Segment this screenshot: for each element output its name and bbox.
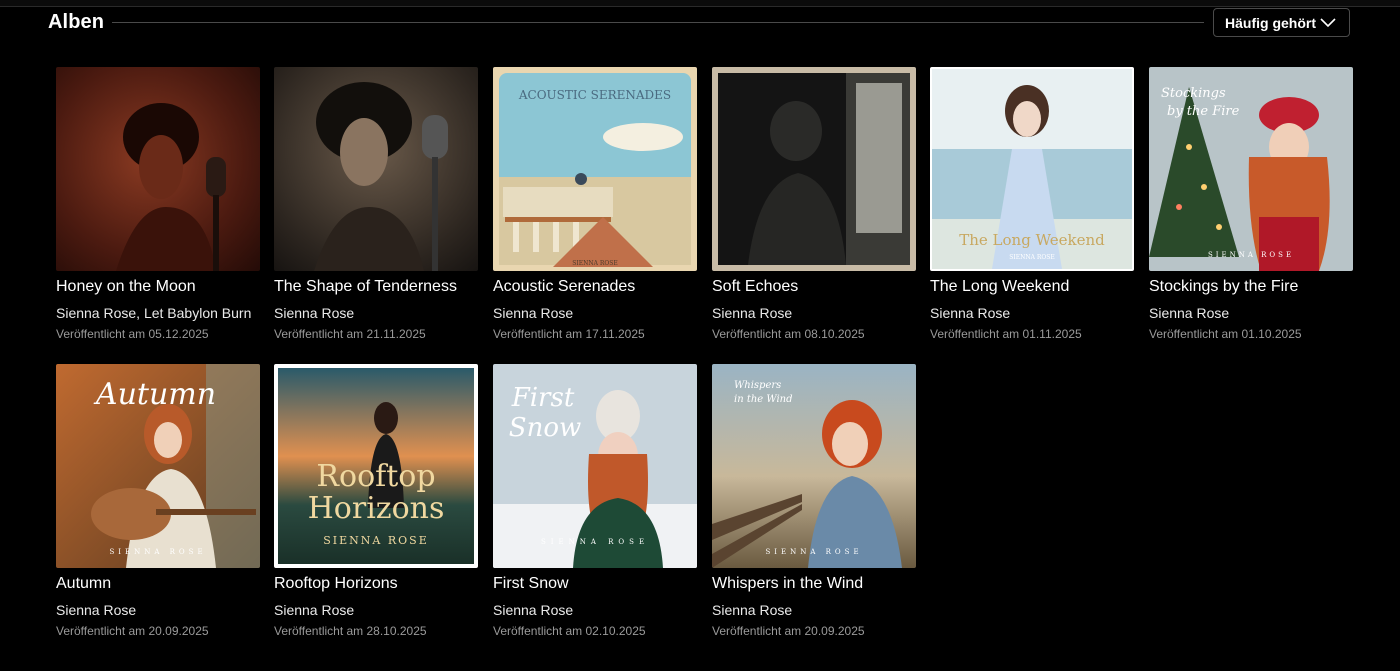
artist-link[interactable]: Sienna Rose: [712, 305, 932, 321]
svg-text:First: First: [511, 383, 575, 413]
svg-text:Horizons: Horizons: [308, 491, 445, 526]
svg-text:SIENNA ROSE: SIENNA ROSE: [541, 538, 649, 546]
release-date: Veröffentlicht am 02.10.2025: [493, 624, 646, 638]
release-date: Veröffentlicht am 05.12.2025: [56, 327, 209, 341]
svg-text:The Long Weekend: The Long Weekend: [959, 231, 1105, 249]
artist-link[interactable]: Sienna Rose: [930, 305, 1150, 321]
album-cover[interactable]: Autumn SIENNA ROSE: [56, 364, 260, 568]
svg-text:SIENNA ROSE: SIENNA ROSE: [572, 260, 618, 267]
album-cover[interactable]: [56, 67, 260, 271]
artist-link[interactable]: Sienna Rose: [56, 305, 136, 321]
album-cover[interactable]: [274, 67, 478, 271]
album-title[interactable]: Autumn: [56, 575, 276, 593]
artist-link[interactable]: Let Babylon Burn: [144, 305, 251, 321]
svg-text:SIENNA ROSE: SIENNA ROSE: [1208, 251, 1294, 259]
album-title[interactable]: Honey on the Moon: [56, 278, 276, 296]
album-cover[interactable]: Rooftop Horizons SIENNA ROSE: [274, 364, 478, 568]
artist-link[interactable]: Sienna Rose: [493, 602, 713, 618]
divider: [112, 22, 1204, 23]
svg-text:SIENNA ROSE: SIENNA ROSE: [765, 548, 862, 556]
release-date: Veröffentlicht am 28.10.2025: [274, 624, 427, 638]
release-date: Veröffentlicht am 01.11.2025: [930, 327, 1082, 341]
release-date: Veröffentlicht am 01.10.2025: [1149, 327, 1302, 341]
svg-text:in the Wind: in the Wind: [734, 394, 793, 405]
album-cover[interactable]: The Long Weekend SIENNA ROSE: [930, 67, 1134, 271]
album-title[interactable]: Acoustic Serenades: [493, 278, 713, 296]
release-date: Veröffentlicht am 21.11.2025: [274, 327, 426, 341]
album-cover[interactable]: Whispers in the Wind SIENNA ROSE: [712, 364, 916, 568]
album-title[interactable]: Whispers in the Wind: [712, 575, 932, 593]
album-title[interactable]: The Shape of Tenderness: [274, 278, 494, 296]
album-cover[interactable]: First Snow SIENNA ROSE: [493, 364, 697, 568]
album-title[interactable]: The Long Weekend: [930, 278, 1150, 296]
cover-title-art: ACOUSTIC SERENADES: [518, 88, 671, 102]
svg-text:Autumn: Autumn: [93, 377, 216, 412]
albums-section-header: Alben Häufig gehört: [48, 8, 1352, 38]
artist-link[interactable]: Sienna Rose: [56, 602, 276, 618]
release-date: Veröffentlicht am 08.10.2025: [712, 327, 865, 341]
top-bar: [0, 0, 1400, 7]
artist-link[interactable]: Sienna Rose: [274, 305, 494, 321]
artist-link[interactable]: Sienna Rose: [274, 602, 494, 618]
svg-text:Snow: Snow: [509, 413, 581, 443]
album-artist: Sienna Rose, Let Babylon Burn: [56, 305, 252, 321]
svg-text:SIENNA ROSE: SIENNA ROSE: [1009, 254, 1055, 261]
artist-link[interactable]: Sienna Rose: [712, 602, 932, 618]
sort-dropdown-button[interactable]: Häufig gehört: [1213, 8, 1350, 37]
artist-link[interactable]: Sienna Rose: [1149, 305, 1369, 321]
album-cover[interactable]: Stockings by the Fire SIENNA ROSE: [1149, 67, 1353, 271]
sort-label: Häufig gehört: [1225, 14, 1316, 31]
release-date: Veröffentlicht am 17.11.2025: [493, 327, 645, 341]
album-cover[interactable]: [712, 67, 916, 271]
svg-text:by the Fire: by the Fire: [1167, 104, 1240, 119]
release-date: Veröffentlicht am 20.09.2025: [56, 624, 209, 638]
section-title: Alben: [48, 11, 105, 33]
svg-text:Whispers: Whispers: [734, 380, 781, 391]
artist-link[interactable]: Sienna Rose: [493, 305, 713, 321]
album-title[interactable]: Rooftop Horizons: [274, 575, 494, 593]
svg-text:SIENNA ROSE: SIENNA ROSE: [323, 534, 428, 547]
album-title[interactable]: Soft Echoes: [712, 278, 932, 296]
album-title[interactable]: First Snow: [493, 575, 713, 593]
chevron-down-icon: [1320, 17, 1336, 27]
svg-text:Rooftop: Rooftop: [316, 459, 435, 494]
svg-text:Stockings: Stockings: [1161, 86, 1226, 101]
svg-text:SIENNA ROSE: SIENNA ROSE: [109, 548, 206, 556]
album-title[interactable]: Stockings by the Fire: [1149, 278, 1369, 296]
album-cover[interactable]: ACOUSTIC SERENADES SIENNA ROSE: [493, 67, 697, 271]
release-date: Veröffentlicht am 20.09.2025: [712, 624, 865, 638]
